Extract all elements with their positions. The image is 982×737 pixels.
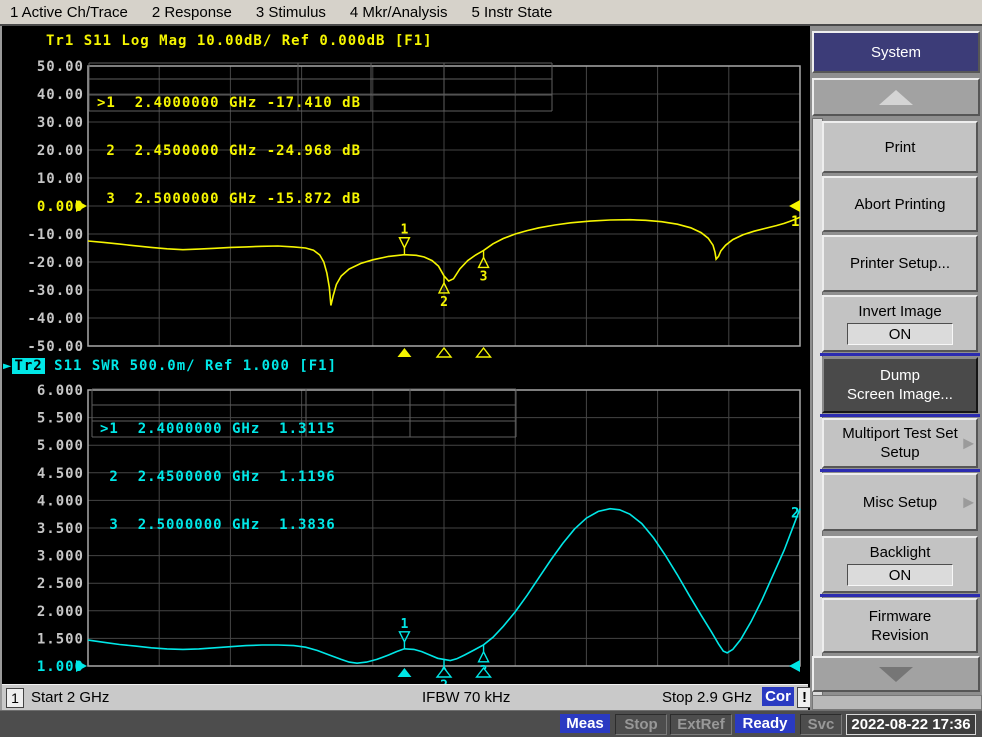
marker-row: 3 2.5000000 GHz 1.3836 — [100, 517, 336, 533]
softkey-separator — [820, 469, 980, 472]
menu-response[interactable]: 2 Response — [152, 4, 232, 21]
stop-frequency-label: Stop 2.9 GHz — [662, 689, 752, 706]
y-axis-tick: -20.00 — [27, 255, 84, 271]
softkey-panel-footer — [812, 695, 982, 710]
svg-text:1: 1 — [401, 617, 409, 632]
misc-setup-button[interactable]: Misc Setup ▶ — [822, 473, 978, 531]
marker-row: 2 2.4500000 GHz 1.1196 — [100, 469, 336, 485]
extref-status-badge: ExtRef — [670, 714, 732, 735]
y-axis-tick: 1.500 — [37, 631, 84, 647]
marker-row: 3 2.5000000 GHz -15.872 dB — [97, 191, 361, 207]
softkey-separator — [820, 594, 980, 597]
y-axis-tick: 30.00 — [37, 115, 84, 131]
y-axis-tick: 10.00 — [37, 171, 84, 187]
dump-screen-image-button[interactable]: Dump Screen Image... — [822, 357, 978, 413]
trace2-active-badge: Tr2 — [12, 358, 44, 374]
channel-number-box: 1 — [6, 688, 24, 708]
y-axis-tick: 6.000 — [37, 383, 84, 399]
submenu-arrow-icon: ▶ — [963, 434, 974, 453]
down-arrow-icon — [879, 667, 913, 682]
menu-mkr-analysis[interactable]: 4 Mkr/Analysis — [350, 4, 448, 21]
marker-row: 2 2.4500000 GHz -24.968 dB — [97, 143, 361, 159]
trace1-title: Tr1 S11 Log Mag 10.00dB/ Ref 0.000dB [F1… — [46, 33, 433, 49]
menu-active-ch-trace[interactable]: 1 Active Ch/Trace — [10, 4, 128, 21]
marker-row: >1 2.4000000 GHz -17.410 dB — [97, 95, 361, 111]
marker-2: 2 — [439, 276, 449, 310]
y-axis-tick: 2.000 — [37, 604, 84, 620]
y-axis-tick: 20.00 — [37, 143, 84, 159]
multiport-test-set-setup-button[interactable]: Multiport Test Set Setup ▶ — [822, 418, 978, 468]
softkey-separator — [820, 414, 980, 417]
print-button[interactable]: Print — [822, 121, 978, 173]
backlight-state: ON — [847, 564, 953, 586]
y-axis-tick: 4.500 — [37, 466, 84, 482]
y-axis-tick: 3.500 — [37, 521, 84, 537]
softkey-panel: System Print Abort Printing Printer Setu… — [810, 26, 982, 710]
status-bar: Meas Stop ExtRef Ready Svc 2022-08-22 17… — [0, 710, 982, 737]
invert-image-button[interactable]: Invert Image ON — [822, 295, 978, 352]
trace-end-label: 1 — [791, 214, 799, 230]
menu-instr-state[interactable]: 5 Instr State — [471, 4, 552, 21]
trace2-marker-table: >1 2.4000000 GHz 1.3115 2 2.4500000 GHz … — [100, 389, 336, 565]
meas-status-badge: Meas — [560, 714, 610, 733]
channel-bar: 1 Start 2 GHz IFBW 70 kHz Stop 2.9 GHz C… — [2, 684, 808, 711]
stop-status-badge: Stop — [615, 714, 667, 735]
menu-stimulus[interactable]: 3 Stimulus — [256, 4, 326, 21]
ref-level-arrow-right — [789, 200, 800, 212]
datetime-display: 2022-08-22 17:36 — [846, 714, 976, 735]
stimulus-marker-outline — [437, 348, 451, 357]
svg-text:3: 3 — [480, 269, 488, 284]
ref-level-arrow-right — [789, 660, 800, 672]
y-axis-tick: 3.000 — [37, 549, 84, 565]
abort-printing-button[interactable]: Abort Printing — [822, 176, 978, 232]
trace2-title: ►Tr2 S11 SWR 500.0m/ Ref 1.000 [F1] — [3, 358, 337, 374]
firmware-revision-button[interactable]: Firmware Revision — [822, 598, 978, 653]
vna-application-window: 1 Active Ch/Trace 2 Response 3 Stimulus … — [0, 0, 982, 737]
marker-row: >1 2.4000000 GHz 1.3115 — [100, 421, 336, 437]
y-axis-tick: 5.000 — [37, 438, 84, 454]
invert-image-state: ON — [847, 323, 953, 345]
submenu-arrow-icon: ▶ — [963, 493, 974, 512]
svc-status-badge: Svc — [800, 714, 842, 735]
y-axis-tick: -40.00 — [27, 311, 84, 327]
printer-setup-button[interactable]: Printer Setup... — [822, 235, 978, 292]
stimulus-marker-outline — [477, 668, 491, 677]
y-axis-tick: 5.500 — [37, 411, 84, 427]
softkey-scroll-up-button[interactable] — [812, 78, 980, 116]
backlight-button[interactable]: Backlight ON — [822, 536, 978, 593]
marker-1: 1 — [399, 617, 409, 649]
svg-text:2: 2 — [440, 295, 448, 310]
stimulus-marker-outline — [437, 668, 451, 677]
softkey-scroll-down-button[interactable] — [812, 656, 980, 692]
stimulus-marker-filled — [397, 668, 411, 677]
up-arrow-icon — [879, 90, 913, 105]
menu-bar: 1 Active Ch/Trace 2 Response 3 Stimulus … — [0, 0, 982, 26]
y-axis-tick: 4.000 — [37, 493, 84, 509]
trace-end-label: 2 — [791, 506, 799, 522]
y-axis-tick: 40.00 — [37, 87, 84, 103]
marker-1: 1 — [399, 223, 409, 255]
softkey-separator — [820, 353, 980, 356]
ready-status-badge: Ready — [735, 714, 795, 733]
correction-badge: Cor — [762, 687, 794, 706]
stimulus-marker-outline — [477, 348, 491, 357]
y-axis-tick: -30.00 — [27, 283, 84, 299]
stimulus-marker-filled — [397, 348, 411, 357]
ifbw-label: IFBW 70 kHz — [422, 689, 510, 706]
softkey-menu-title: System — [812, 31, 980, 73]
y-axis-tick: 50.00 — [37, 59, 84, 75]
y-axis-tick: -10.00 — [27, 227, 84, 243]
trace1-marker-table: >1 2.4000000 GHz -17.410 dB 2 2.4500000 … — [97, 63, 361, 239]
marker-3: 3 — [479, 250, 489, 284]
y-axis-tick: 2.500 — [37, 576, 84, 592]
trace2-title-text: S11 SWR 500.0m/ Ref 1.000 [F1] — [45, 358, 337, 374]
svg-text:1: 1 — [401, 223, 409, 238]
y-axis-tick: -50.00 — [27, 339, 84, 355]
start-frequency-label: Start 2 GHz — [31, 689, 109, 706]
